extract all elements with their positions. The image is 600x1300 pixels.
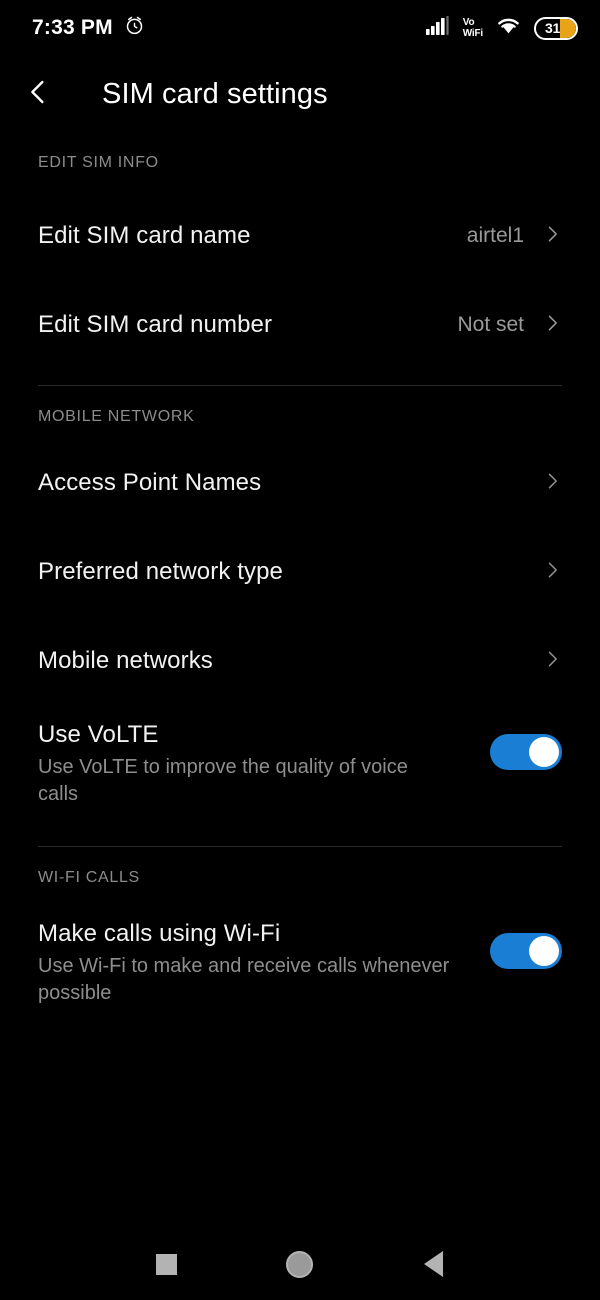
toggle-knob xyxy=(529,936,559,966)
back-nav-button[interactable] xyxy=(402,1233,464,1295)
toggle-knob xyxy=(529,737,559,767)
row-value-sim-name: airtel1 xyxy=(466,224,524,247)
row-texts: Edit SIM card name xyxy=(38,221,467,251)
alarm-clock-icon xyxy=(124,15,145,41)
row-title: Preferred network type xyxy=(38,558,283,585)
recents-button[interactable] xyxy=(136,1233,198,1295)
chevron-right-icon xyxy=(542,313,562,338)
row-title: Make calls using Wi-Fi xyxy=(38,920,281,947)
status-bar-right: Vo WiFi 31 xyxy=(425,15,578,41)
volte-label-vo: Vo xyxy=(462,16,475,28)
row-title: Edit SIM card number xyxy=(38,311,273,338)
section-header-wifi-calls: WI-FI CALLS xyxy=(38,869,140,886)
app-bar: SIM card settings xyxy=(0,56,600,132)
row-title: Mobile networks xyxy=(38,647,213,674)
row-make-calls-using-wifi[interactable]: Make calls using Wi-Fi Use Wi-Fi to make… xyxy=(0,915,600,1017)
wifi-icon xyxy=(496,16,521,40)
toggle-make-calls-using-wifi[interactable] xyxy=(490,933,562,969)
phone-screen: 7:33 PM Vo WiFi 31 SIM card settings EDI… xyxy=(0,0,600,1300)
chevron-right-icon xyxy=(542,224,562,249)
chevron-right-icon xyxy=(542,649,562,674)
chevron-right-icon xyxy=(542,560,562,585)
battery-indicator: 31 xyxy=(534,16,578,40)
row-title: Edit SIM card name xyxy=(38,222,251,249)
row-mobile-networks[interactable]: Mobile networks xyxy=(0,630,600,692)
page-title: SIM card settings xyxy=(102,77,328,110)
row-access-point-names[interactable]: Access Point Names xyxy=(0,452,600,514)
status-bar-clock: 7:33 PM xyxy=(32,16,113,39)
recents-square-icon xyxy=(156,1253,178,1275)
back-chevron-icon xyxy=(23,77,53,112)
row-texts: Preferred network type xyxy=(38,557,542,587)
back-button[interactable] xyxy=(0,56,76,132)
section-header-mobile-network: MOBILE NETWORK xyxy=(38,408,195,425)
row-texts: Mobile networks xyxy=(38,646,542,676)
status-bar-left: 7:33 PM xyxy=(32,15,145,41)
row-subtitle: Use VoLTE to improve the quality of voic… xyxy=(38,756,408,805)
row-subtitle: Use Wi-Fi to make and receive calls when… xyxy=(38,955,450,1004)
row-title: Access Point Names xyxy=(38,469,262,496)
battery-percent-label: 31 xyxy=(545,20,560,36)
section-header-edit-sim-info: EDIT SIM INFO xyxy=(38,154,159,171)
row-texts: Make calls using Wi-Fi Use Wi-Fi to make… xyxy=(38,919,490,1007)
home-circle-icon xyxy=(286,1250,314,1278)
row-use-volte[interactable]: Use VoLTE Use VoLTE to improve the quali… xyxy=(0,716,600,818)
row-edit-sim-card-name[interactable]: Edit SIM card name airtel1 xyxy=(0,204,600,268)
status-bar: 7:33 PM Vo WiFi 31 xyxy=(0,0,600,56)
settings-list: EDIT SIM INFO Edit SIM card name airtel1… xyxy=(0,132,600,1017)
back-triangle-icon xyxy=(423,1251,443,1277)
volte-label-wifi: WiFi xyxy=(462,27,483,39)
chevron-right-icon xyxy=(542,471,562,496)
row-texts: Use VoLTE Use VoLTE to improve the quali… xyxy=(38,720,490,808)
cellular-signal-icon xyxy=(425,15,450,41)
toggle-use-volte[interactable] xyxy=(490,734,562,770)
volte-wifi-icon: Vo WiFi xyxy=(462,16,483,39)
row-edit-sim-card-number[interactable]: Edit SIM card number Not set xyxy=(0,293,600,357)
home-button[interactable] xyxy=(269,1233,331,1295)
navigation-bar xyxy=(0,1228,600,1300)
row-texts: Access Point Names xyxy=(38,468,542,498)
row-title: Use VoLTE xyxy=(38,721,159,748)
row-preferred-network-type[interactable]: Preferred network type xyxy=(0,541,600,603)
row-texts: Edit SIM card number xyxy=(38,310,457,340)
row-value-sim-number: Not set xyxy=(457,313,524,336)
